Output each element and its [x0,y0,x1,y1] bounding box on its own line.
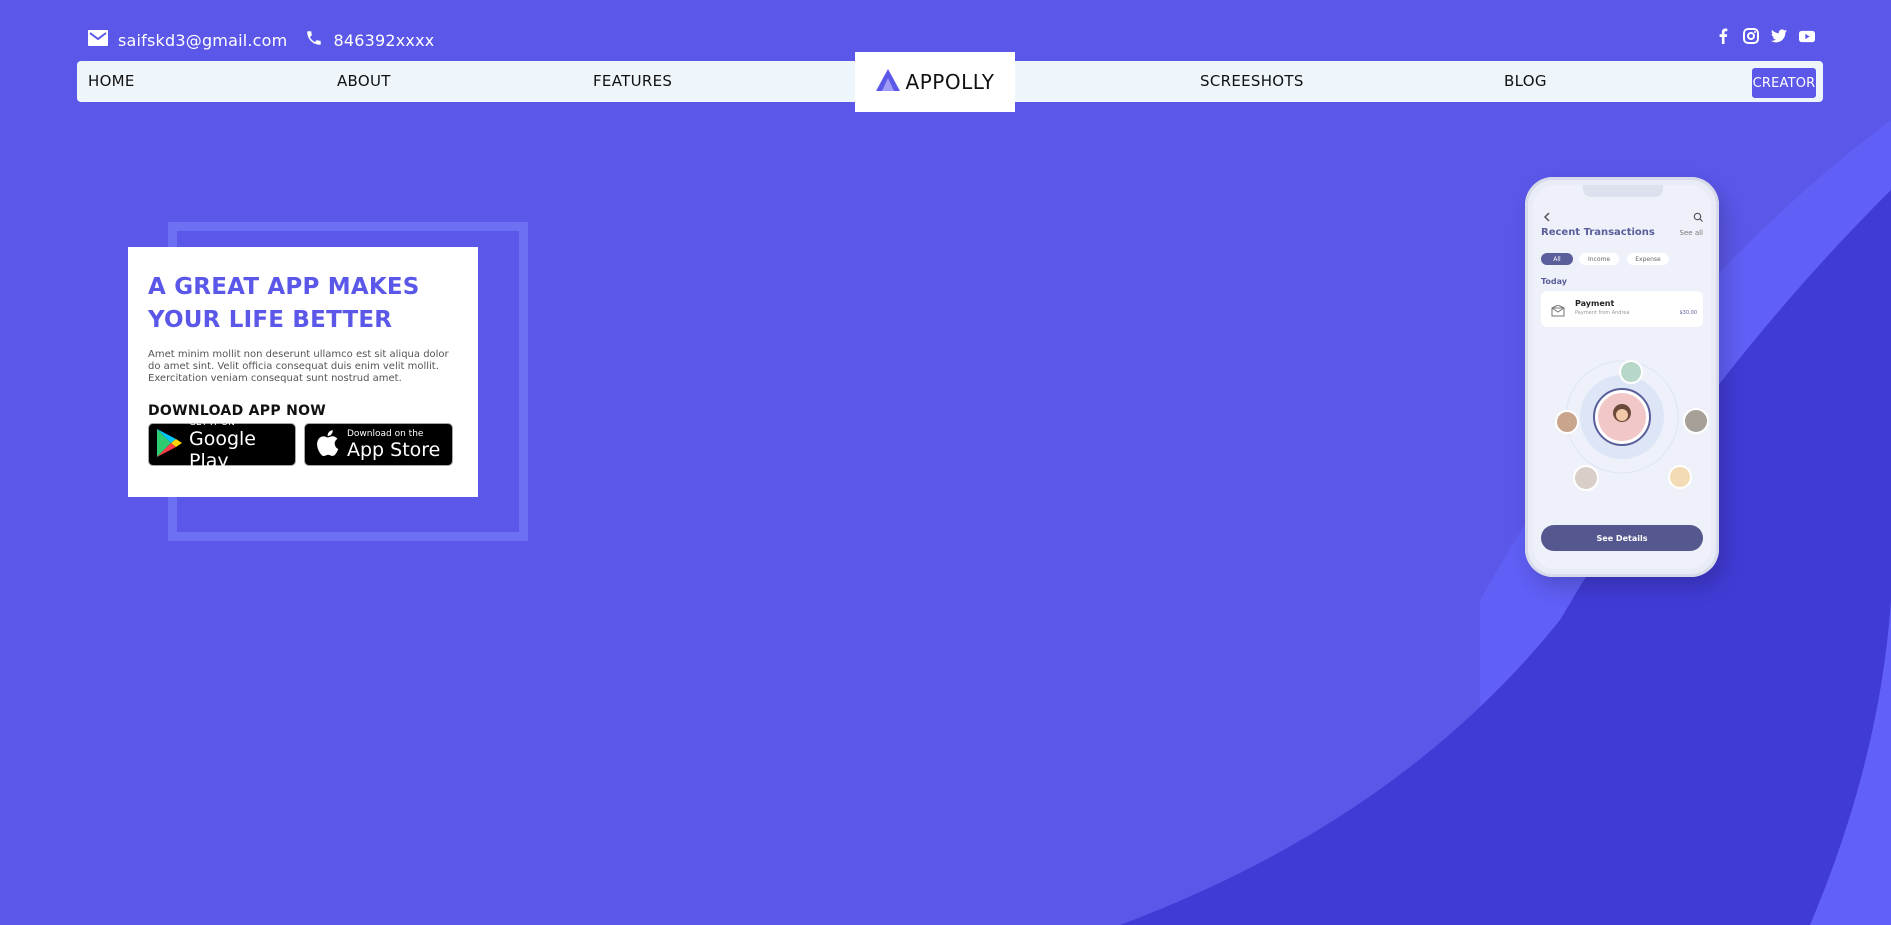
payment-amount: $30.00 [1679,310,1698,316]
see-details-button[interactable]: See Details [1541,525,1703,551]
envelope-icon [1551,302,1565,321]
see-all-link: See all [1679,229,1703,237]
hero-title: A GREAT APP MAKES YOUR LIFE BETTER [148,271,458,337]
nav-home[interactable]: HOME [88,72,135,90]
phone-notch [1583,185,1663,197]
nav-features[interactable]: FEATURES [593,72,672,90]
phone-text: 846392xxxx [333,30,435,50]
contact-avatar-top [1619,360,1643,384]
social-links [1715,28,1815,44]
creator-button[interactable]: CREATOR [1752,68,1816,98]
email-text: saifskd3@gmail.com [118,30,288,50]
contact-bar: saifskd3@gmail.com 846392xxxx [88,28,452,52]
google-play-small: GET IT ON [189,417,235,428]
apple-icon [315,429,339,461]
contact-avatar-right [1683,408,1709,434]
mail-icon [88,30,108,50]
payment-card: Payment Payment from Andrea $30.00 [1541,291,1703,327]
contact-avatar-left [1555,410,1579,434]
app-store-big: App Store [347,438,441,461]
google-play-button[interactable]: GET IT ON Google Play [148,418,296,472]
hero-title-line2: YOUR LIFE BETTER [148,307,393,333]
facebook-icon[interactable] [1715,28,1731,44]
logo-text: APPOLLY [905,70,995,94]
payment-subtitle: Payment from Andrea [1575,310,1630,316]
back-arrow-icon [1543,207,1551,226]
today-label: Today [1541,277,1567,286]
instagram-icon[interactable] [1743,28,1759,44]
email-item[interactable]: saifskd3@gmail.com [88,30,287,50]
search-icon [1693,207,1703,226]
app-store-button[interactable]: Download on the App Store [304,423,453,466]
contact-avatar-bottom-left [1573,465,1599,491]
chip-all: All [1541,253,1573,265]
phone-screen: Recent Transactions See all All Income E… [1533,185,1711,569]
google-play-icon [155,428,183,462]
logo[interactable]: APPOLLY [855,52,1015,112]
chip-income: Income [1579,253,1619,265]
app-store-small: Download on the [347,428,424,439]
logo-triangle-icon [875,69,900,95]
phone-icon [305,29,323,51]
nav-blog[interactable]: BLOG [1504,72,1547,90]
nav-about[interactable]: ABOUT [337,72,391,90]
youtube-icon[interactable] [1799,28,1815,44]
hero-description: Amet minim mollit non deserunt ullamco e… [148,349,449,384]
nav-screenshots[interactable]: SCREESHOTS [1200,72,1304,90]
hero-title-line1: A GREAT APP MAKES [148,274,420,300]
hero-card: A GREAT APP MAKES YOUR LIFE BETTER Amet … [128,247,478,497]
recent-transactions-title: Recent Transactions [1541,227,1655,238]
phone-item[interactable]: 846392xxxx [305,29,434,51]
google-play-big: Google Play [189,427,257,472]
phone-mockup: Recent Transactions See all All Income E… [1525,177,1719,577]
payment-title: Payment [1575,299,1615,308]
contact-avatar-bottom-right [1668,465,1692,489]
chip-expense: Expense [1627,253,1669,265]
twitter-icon[interactable] [1771,28,1787,44]
